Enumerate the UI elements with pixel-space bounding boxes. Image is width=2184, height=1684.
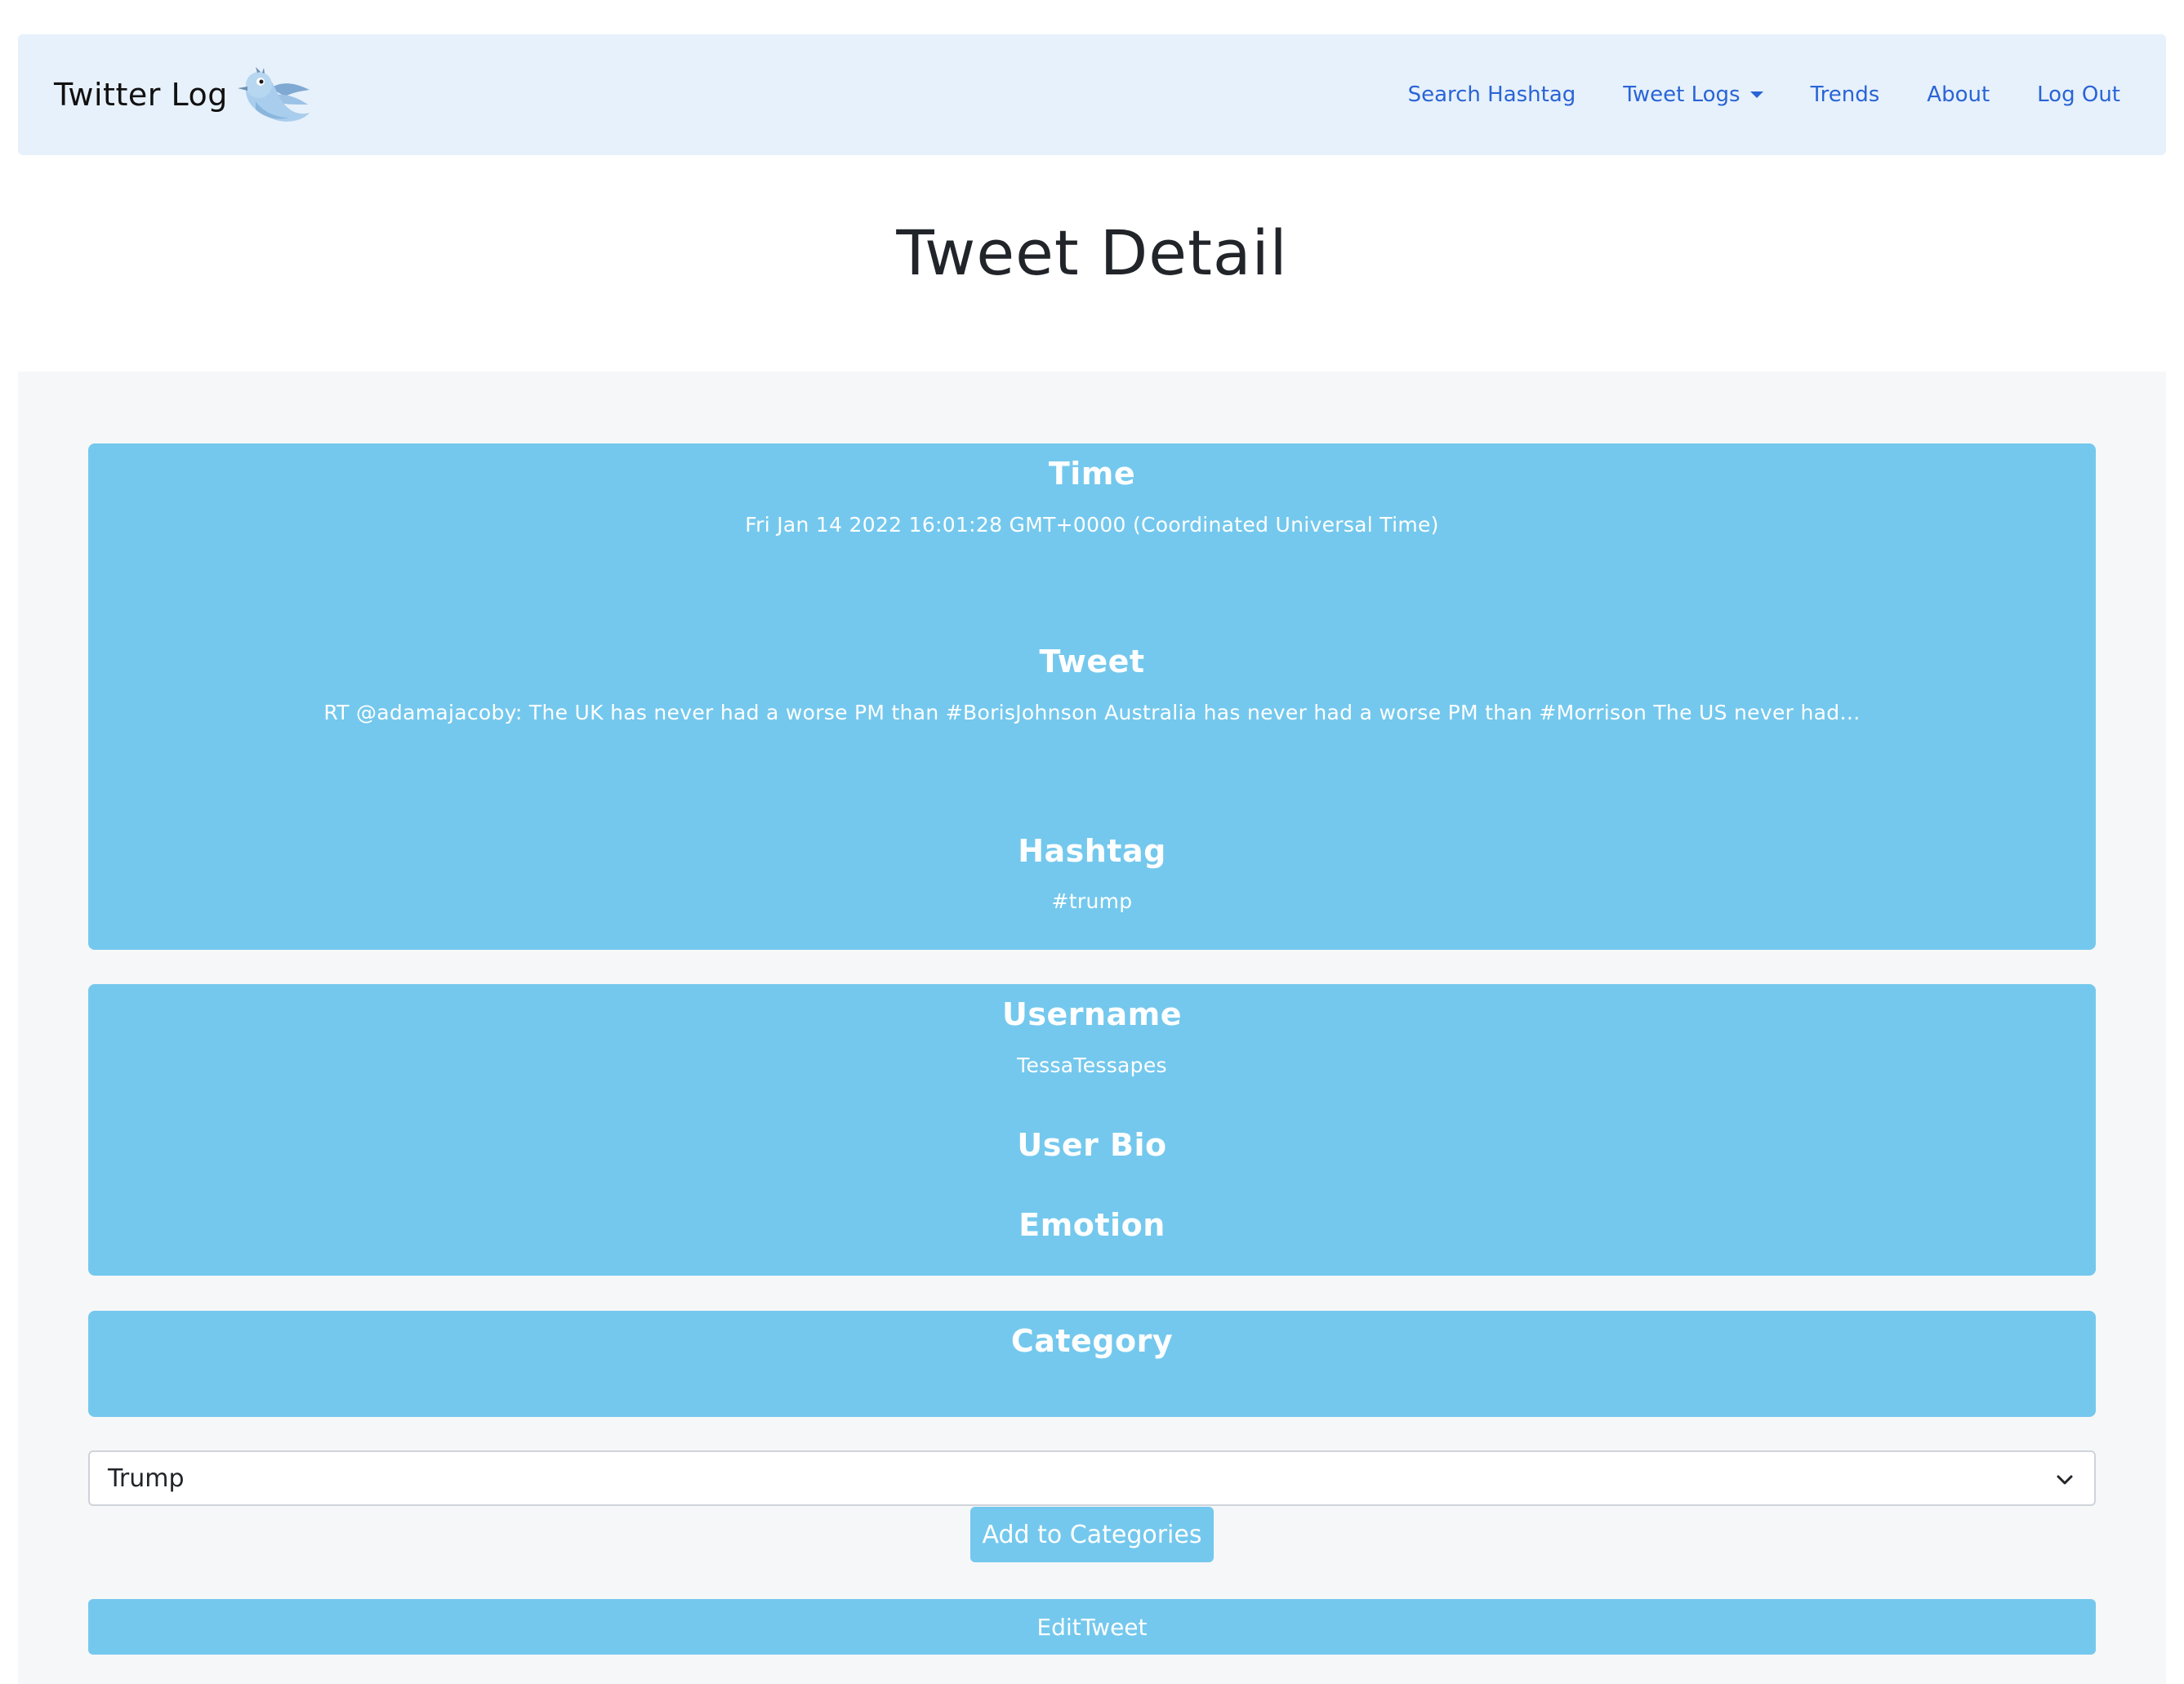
category-select-value: Trump bbox=[108, 1463, 185, 1493]
add-to-categories-button[interactable]: Add to Categories bbox=[970, 1507, 1214, 1562]
hashtag-heading: Hashtag bbox=[1018, 833, 1166, 869]
tweet-heading: Tweet bbox=[1039, 644, 1145, 679]
username-heading: Username bbox=[1001, 996, 1183, 1032]
category-card: Category bbox=[88, 1311, 2096, 1417]
brand[interactable]: Twitter Log bbox=[54, 34, 313, 155]
nav-tweet-logs-label: Tweet Logs bbox=[1623, 82, 1741, 107]
navbar: Twitter Log Search Hashtag Tweet Logs Tr… bbox=[18, 34, 2166, 155]
nav-log-out[interactable]: Log Out bbox=[2037, 82, 2120, 107]
tweet-text: RT @adamajacoby: The UK has never had a … bbox=[323, 701, 1861, 724]
username-value: TessaTessapes bbox=[1017, 1054, 1167, 1077]
category-heading: Category bbox=[1010, 1323, 1174, 1359]
tweet-info-card: Time Fri Jan 14 2022 16:01:28 GMT+0000 (… bbox=[88, 443, 2096, 950]
nav-tweet-logs-dropdown[interactable]: Tweet Logs bbox=[1623, 82, 1763, 107]
category-select[interactable]: Trump bbox=[88, 1450, 2096, 1506]
emotion-heading: Emotion bbox=[1018, 1207, 1166, 1243]
main-content: Time Fri Jan 14 2022 16:01:28 GMT+0000 (… bbox=[18, 372, 2166, 1684]
time-heading: Time bbox=[1048, 456, 1136, 492]
hashtag-value: #trump bbox=[1051, 889, 1133, 913]
nav-links: Search Hashtag Tweet Logs Trends About L… bbox=[1361, 34, 2120, 155]
nav-trends[interactable]: Trends bbox=[1811, 82, 1880, 107]
bird-icon bbox=[237, 67, 310, 122]
user-bio-heading: User Bio bbox=[1017, 1127, 1167, 1163]
page-title: Tweet Detail bbox=[896, 216, 1288, 289]
brand-title: Twitter Log bbox=[54, 77, 228, 113]
chevron-down-icon bbox=[2057, 1475, 2073, 1485]
nav-about[interactable]: About bbox=[1927, 82, 1990, 107]
time-value: Fri Jan 14 2022 16:01:28 GMT+0000 (Coord… bbox=[745, 513, 1439, 537]
nav-search-hashtag[interactable]: Search Hashtag bbox=[1408, 82, 1576, 107]
caret-down-icon bbox=[1749, 91, 1763, 98]
edit-tweet-button[interactable]: EditTweet bbox=[88, 1599, 2096, 1655]
user-info-card: Username TessaTessapes User Bio Emotion bbox=[88, 984, 2096, 1276]
